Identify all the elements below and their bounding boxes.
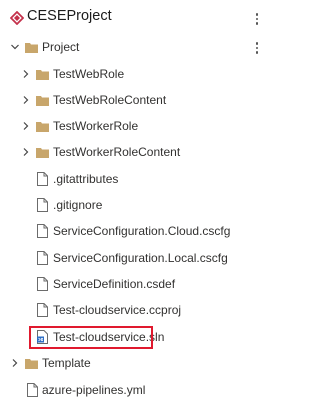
tree-folder-testwebrole[interactable]: TestWebRole — [0, 64, 270, 86]
highlight-box — [29, 326, 153, 349]
folder-icon — [36, 96, 49, 106]
tree-folder-template[interactable]: Template — [0, 353, 270, 375]
tree-item-label: ServiceConfiguration.Cloud.cscfg — [53, 224, 231, 238]
tree-file-gitignore[interactable]: .gitignore — [0, 195, 270, 217]
folder-icon — [36, 122, 49, 132]
file-explorer-panel: CESEProject Project TestWebRole TestWebR… — [0, 0, 270, 400]
tree-item-label: TestWebRoleContent — [53, 93, 167, 107]
file-icon — [37, 277, 48, 291]
tree-item-label: .gitignore — [53, 198, 103, 212]
tree-item-label: TestWebRole — [53, 67, 125, 81]
tree-item-label: .gitattributes — [53, 172, 119, 186]
more-vertical-icon[interactable] — [251, 40, 263, 56]
file-icon — [27, 383, 38, 397]
tree-folder-project[interactable]: Project — [0, 37, 270, 59]
tree-item-label: Template — [42, 356, 91, 370]
folder-icon — [25, 43, 38, 53]
project-title: CESEProject — [27, 8, 112, 24]
tree-folder-testwebrolecontent[interactable]: TestWebRoleContent — [0, 90, 270, 112]
tree-item-label: TestWorkerRoleContent — [53, 145, 181, 159]
chevron-right-icon[interactable] — [21, 69, 31, 79]
visual-studio-solution-icon — [10, 11, 24, 25]
chevron-right-icon[interactable] — [21, 121, 31, 131]
more-vertical-icon[interactable] — [251, 11, 263, 27]
chevron-down-icon[interactable] — [10, 42, 20, 52]
tree-file-ccproj[interactable]: Test-cloudservice.ccproj — [0, 300, 270, 322]
tree-file-serviceconfiguration-cloud[interactable]: ServiceConfiguration.Cloud.cscfg — [0, 221, 270, 243]
file-icon — [37, 303, 48, 317]
tree-file-serviceconfiguration-local[interactable]: ServiceConfiguration.Local.cscfg — [0, 248, 270, 270]
tree-file-azure-pipelines[interactable]: azure-pipelines.yml — [0, 380, 270, 400]
tree-item-label: Test-cloudservice.ccproj — [53, 303, 182, 317]
tree-item-label: ServiceConfiguration.Local.cscfg — [53, 251, 228, 265]
file-icon — [37, 224, 48, 238]
file-icon — [37, 251, 48, 265]
folder-icon — [25, 359, 38, 369]
tree-folder-testworkerrole[interactable]: TestWorkerRole — [0, 116, 270, 138]
tree-item-label: ServiceDefinition.csdef — [53, 277, 176, 291]
chevron-right-icon[interactable] — [21, 147, 31, 157]
file-icon — [37, 172, 48, 186]
tree-folder-testworkerrolecontent[interactable]: TestWorkerRoleContent — [0, 142, 270, 164]
tree-item-label: Project — [42, 40, 80, 54]
folder-icon — [36, 70, 49, 80]
file-icon — [37, 198, 48, 212]
explorer-header: CESEProject — [0, 4, 270, 30]
tree-item-label: azure-pipelines.yml — [42, 383, 146, 397]
tree-file-servicedefinition[interactable]: ServiceDefinition.csdef — [0, 274, 270, 296]
tree-file-gitattributes[interactable]: .gitattributes — [0, 169, 270, 191]
tree-item-label: TestWorkerRole — [53, 119, 139, 133]
folder-icon — [36, 148, 49, 158]
chevron-right-icon[interactable] — [10, 358, 20, 368]
chevron-right-icon[interactable] — [21, 95, 31, 105]
